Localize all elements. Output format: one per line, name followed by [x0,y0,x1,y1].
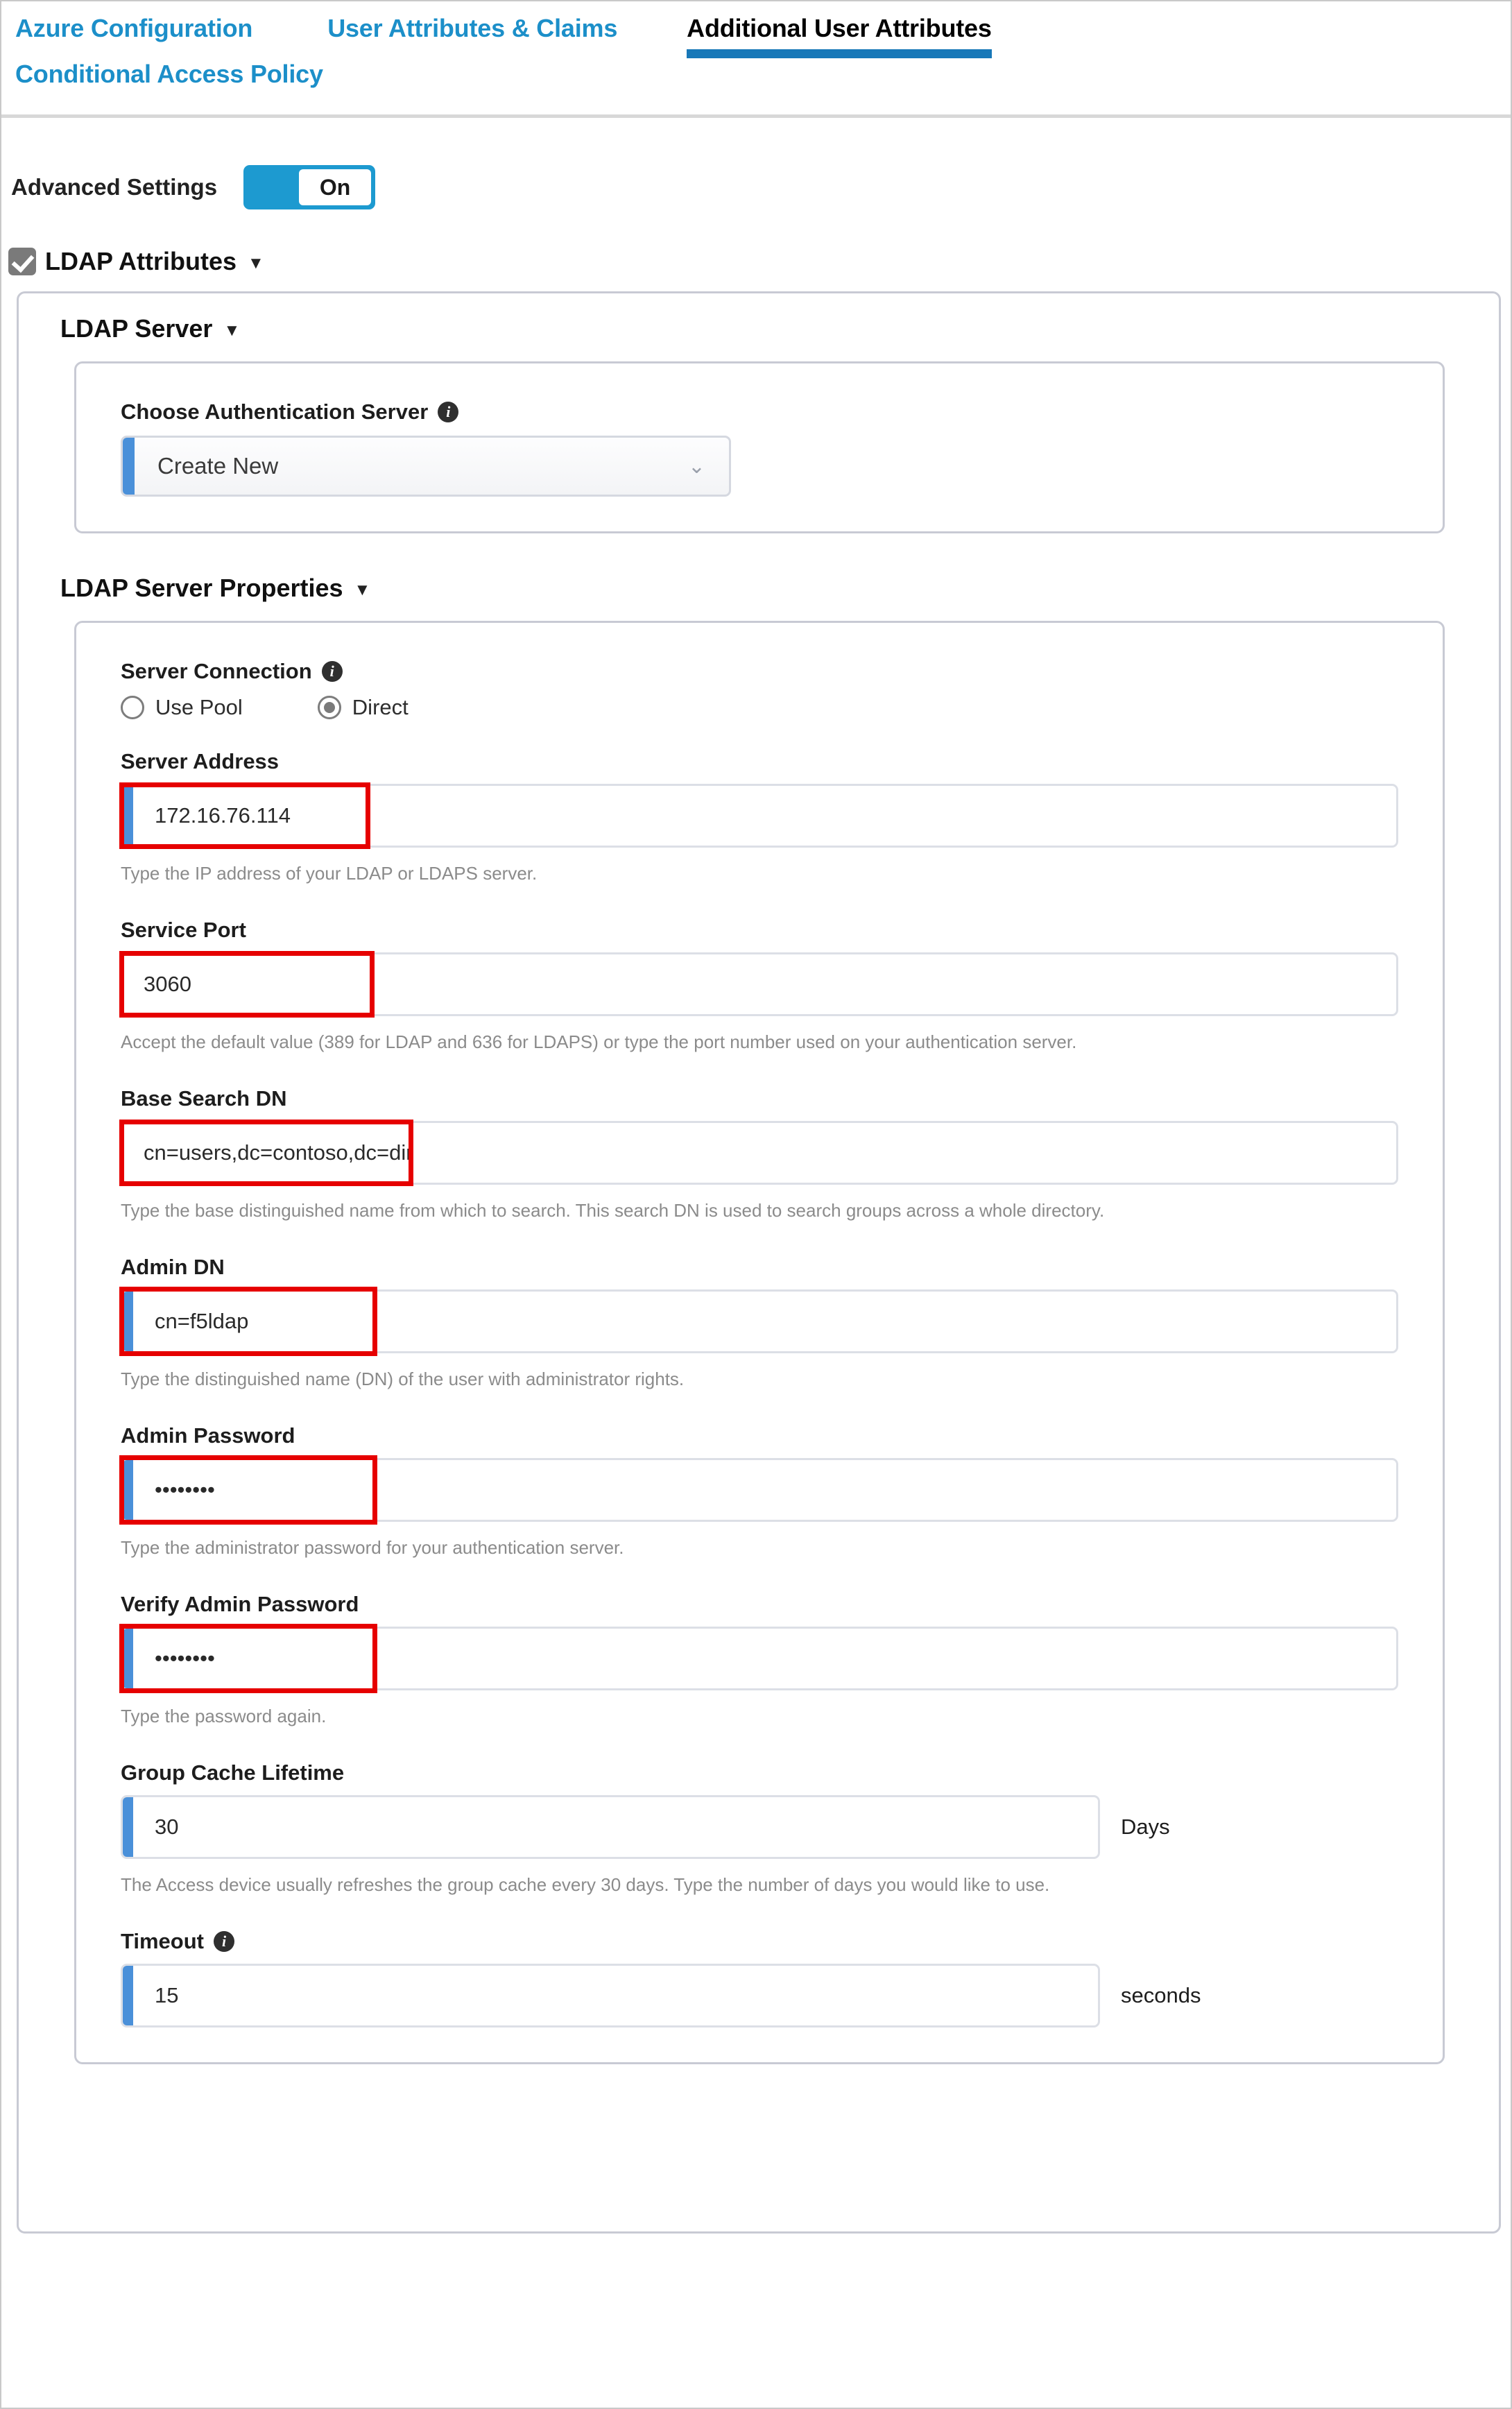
advanced-settings-toggle[interactable]: On [243,165,376,209]
radio-label-use-pool: Use Pool [155,695,243,719]
base-search-dn-help: Type the base distinguished name from wh… [121,1200,1105,1221]
admin-dn-input[interactable]: cn=f5ldap [121,1289,1398,1353]
chevron-down-icon-select: ⌄ [687,454,705,478]
timeout-unit: seconds [1121,1983,1201,2007]
group-cache-lifetime-input[interactable]: 30 [121,1795,1100,1859]
ldap-server-properties-card: Server Connection i Use Pool Direct Serv [74,621,1445,2064]
base-search-dn-label: Base Search DN [121,1086,287,1111]
server-connection-label-text: Server Connection [121,659,312,683]
server-connection-label: Server Connection i [121,659,1398,684]
server-address-input-wrap: 172.16.76.114 [119,782,1398,849]
ldap-server-title: LDAP Server [60,314,213,343]
timeout-value: 15 [155,1983,179,2007]
tab-row-primary: Azure Configuration User Attributes & Cl… [11,14,1511,58]
info-icon-server-connection[interactable]: i [321,661,343,682]
service-port-input-wrap: 3060 [119,951,1398,1018]
timeout-input[interactable]: 15 [121,1964,1100,2027]
admin-password-input[interactable]: •••••••• [121,1458,1398,1522]
field-group-cache-lifetime: Group Cache Lifetime 30 Days The Access … [121,1760,1398,1896]
admin-password-help: Type the administrator password for your… [121,1537,624,1558]
radio-option-use-pool[interactable]: Use Pool [121,695,243,720]
tab-row-secondary: Conditional Access Policy [15,60,1511,98]
admin-password-value: •••••••• [155,1477,215,1502]
service-port-help: Accept the default value (389 for LDAP a… [121,1031,1077,1052]
admin-dn-help: Type the distinguished name (DN) of the … [121,1369,685,1389]
info-icon-timeout[interactable]: i [214,1931,234,1952]
verify-admin-password-input-wrap: •••••••• [119,1624,1398,1693]
auth-server-select-value: Create New [157,453,279,479]
ldap-attributes-header: LDAP Attributes ▼ [8,247,1511,276]
verify-admin-password-label: Verify Admin Password [121,1592,359,1616]
server-address-value: 172.16.76.114 [155,803,291,828]
field-service-port: Service Port 3060 Accept the default val… [119,918,1398,1053]
server-address-label: Server Address [121,749,280,773]
field-admin-dn: Admin DN cn=f5ldap Type the distinguishe… [119,1255,1398,1390]
admin-password-label: Admin Password [121,1423,295,1448]
tab-azure-configuration[interactable]: Azure Configuration [15,14,252,53]
field-timeout: Timeout i 15 seconds [121,1929,1398,2027]
ldap-server-header: LDAP Server ▼ [60,314,1499,343]
tab-bar: Azure Configuration User Attributes & Cl… [1,1,1511,118]
radio-option-direct[interactable]: Direct [317,695,409,720]
ldap-attributes-checkbox[interactable] [8,248,36,275]
ldap-server-properties-header: LDAP Server Properties ▼ [60,574,1499,603]
admin-dn-value: cn=f5ldap [155,1309,249,1333]
advanced-settings-toggle-state: On [299,169,372,205]
base-search-dn-input[interactable]: cn=users,dc=contoso,dc=dir [121,1121,1398,1185]
timeout-input-wrap: 15 seconds [121,1964,1398,2027]
base-search-dn-value: cn=users,dc=contoso,dc=dir [144,1140,413,1165]
timeout-label-text: Timeout [121,1929,204,1953]
group-cache-lifetime-label: Group Cache Lifetime [121,1760,345,1785]
verify-admin-password-value: •••••••• [155,1646,215,1670]
base-search-dn-input-wrap: cn=users,dc=contoso,dc=dir [119,1120,1398,1186]
admin-password-input-wrap: •••••••• [119,1455,1398,1525]
service-port-input[interactable]: 3060 [121,952,1398,1016]
server-address-help: Type the IP address of your LDAP or LDAP… [121,863,538,884]
timeout-label: Timeout i [121,1929,1398,1954]
tab-user-attributes-claims[interactable]: User Attributes & Claims [327,14,617,53]
admin-dn-label: Admin DN [121,1255,225,1279]
advanced-settings-label: Advanced Settings [11,174,218,200]
ldap-server-card-inner: Choose Authentication Server i Create Ne… [76,400,1443,497]
verify-admin-password-help: Type the password again. [121,1706,327,1726]
group-cache-lifetime-help: The Access device usually refreshes the … [121,1874,1050,1895]
chevron-down-icon-ldap-server[interactable]: ▼ [223,323,240,339]
field-verify-admin-password: Verify Admin Password •••••••• Type the … [119,1592,1398,1727]
ldap-attributes-title: LDAP Attributes [45,247,237,275]
service-port-label: Service Port [121,918,246,942]
ldap-server-properties-card-inner: Server Connection i Use Pool Direct Serv [76,659,1443,2027]
info-icon-auth-server[interactable]: i [438,402,459,422]
radio-label-direct: Direct [352,695,409,719]
server-address-input[interactable]: 172.16.76.114 [121,784,1398,848]
choose-auth-server-label-text: Choose Authentication Server [121,400,429,424]
ldap-attributes-panel: LDAP Server ▼ Choose Authentication Serv… [17,291,1501,2234]
server-connection-radio-group: Use Pool Direct [121,695,1398,720]
ldap-server-properties-title: LDAP Server Properties [60,574,343,602]
additional-user-attributes-page: Azure Configuration User Attributes & Cl… [0,0,1512,2409]
advanced-settings-row: Advanced Settings On [11,165,1511,209]
verify-admin-password-input[interactable]: •••••••• [121,1627,1398,1690]
group-cache-lifetime-value: 30 [155,1815,179,1839]
field-base-search-dn: Base Search DN cn=users,dc=contoso,dc=di… [119,1086,1398,1221]
group-cache-lifetime-unit: Days [1121,1815,1170,1839]
radio-icon-use-pool[interactable] [121,696,144,719]
chevron-down-icon-ldap-properties[interactable]: ▼ [354,582,371,599]
tab-additional-user-attributes[interactable]: Additional User Attributes [687,14,992,58]
service-port-value: 3060 [144,972,191,996]
field-admin-password: Admin Password •••••••• Type the adminis… [119,1423,1398,1559]
field-server-address: Server Address 172.16.76.114 Type the IP… [119,749,1398,884]
group-cache-lifetime-input-wrap: 30 Days [121,1795,1398,1859]
ldap-server-card: Choose Authentication Server i Create Ne… [74,361,1445,533]
auth-server-select[interactable]: Create New ⌄ [121,436,731,497]
radio-icon-direct[interactable] [317,696,341,719]
chevron-down-icon[interactable]: ▼ [248,255,264,272]
admin-dn-input-wrap: cn=f5ldap [119,1287,1398,1356]
tab-conditional-access-policy[interactable]: Conditional Access Policy [15,60,1511,98]
choose-auth-server-label: Choose Authentication Server i [121,400,1398,425]
